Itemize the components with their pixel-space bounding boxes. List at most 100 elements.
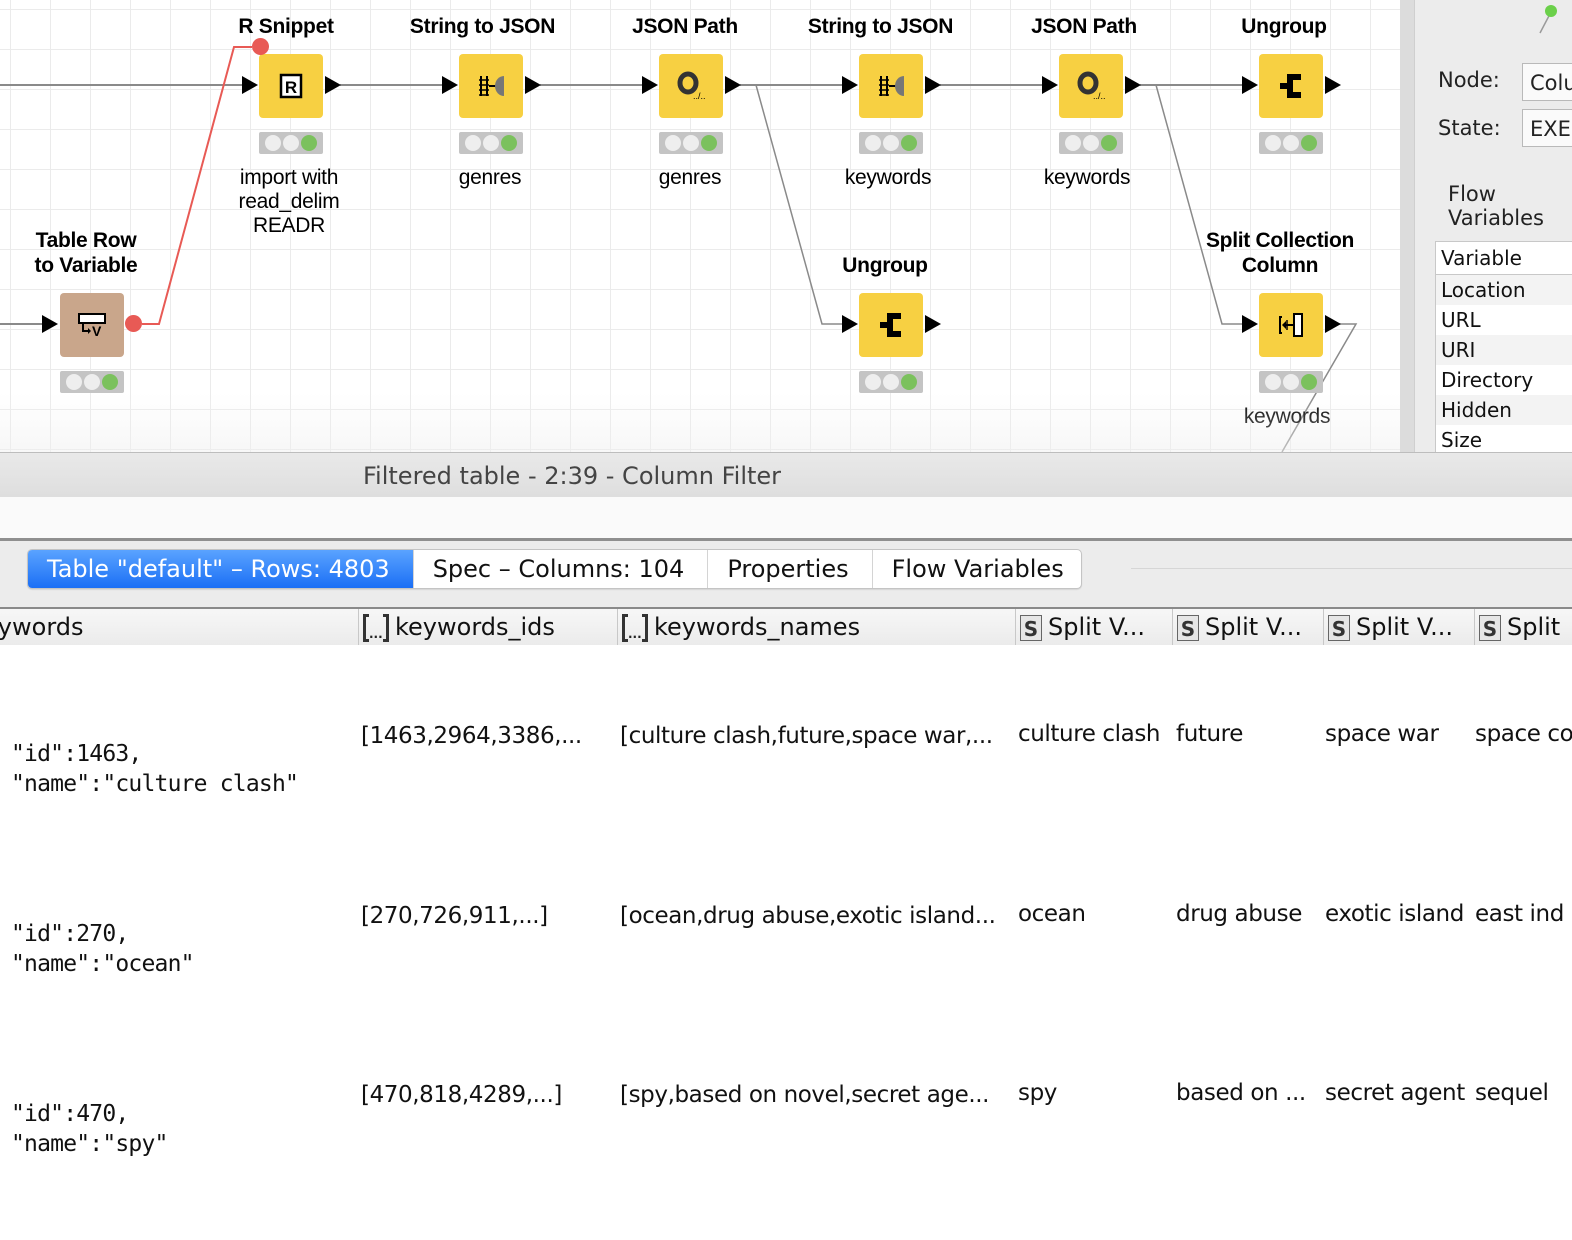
node-label[interactable]: keywords — [828, 166, 948, 190]
column-header-keywords[interactable]: keywords — [0, 609, 357, 645]
cell-keywords-names[interactable]: [culture clash,future,space war,... — [620, 723, 993, 749]
node-label[interactable]: import with read_delim READR — [219, 166, 359, 238]
variable-row[interactable]: URI — [1436, 335, 1572, 365]
node-r-snippet[interactable]: R — [259, 54, 323, 118]
variable-row[interactable]: URL — [1436, 305, 1572, 335]
workflow-canvas[interactable]: R Snippet R import with read_delim READR… — [0, 0, 1400, 452]
cell-keywords-ids[interactable]: [270,726,911,...] — [361, 903, 548, 929]
input-port[interactable] — [1242, 315, 1258, 333]
variable-row[interactable]: Location — [1436, 275, 1572, 305]
cell-keywords-ids[interactable]: [1463,2964,3386,... — [361, 723, 582, 749]
output-port[interactable] — [1325, 315, 1341, 333]
input-port[interactable] — [842, 76, 858, 94]
cell-keywords-json[interactable]: "id":470, "name":"spy" — [11, 1099, 168, 1159]
status-traffic-light — [859, 132, 923, 154]
input-port[interactable] — [242, 76, 258, 94]
cell-split-value[interactable]: exotic island — [1325, 901, 1464, 927]
cell-split-value[interactable]: sequel — [1475, 1080, 1549, 1106]
cell-split-value[interactable]: east ind — [1475, 901, 1564, 927]
input-port[interactable] — [842, 315, 858, 333]
node-label[interactable]: genres — [630, 166, 750, 190]
string-to-json-icon — [879, 76, 904, 96]
input-port[interactable] — [642, 76, 658, 94]
node-label[interactable]: genres — [430, 166, 550, 190]
cell-split-value[interactable]: future — [1176, 721, 1243, 747]
status-traffic-light — [1259, 371, 1323, 393]
cell-split-value[interactable]: based on ... — [1176, 1080, 1306, 1106]
svg-text:../..: ../.. — [693, 91, 706, 101]
flow-variables-section-title: Flow Variables — [1448, 182, 1544, 230]
node-ungroup[interactable] — [859, 293, 923, 357]
table-column-header-row: keywords ...keywords_ids ...keywords_nam… — [0, 607, 1572, 647]
column-header-label: Split V... — [1356, 613, 1454, 641]
cell-split-value[interactable]: drug abuse — [1176, 901, 1302, 927]
column-header-split-value[interactable]: S Split V... — [1323, 609, 1474, 645]
variable-row[interactable]: Size — [1436, 425, 1572, 453]
variable-input-port[interactable] — [252, 38, 269, 55]
column-header-label: Split V... — [1205, 613, 1303, 641]
column-header-keywords-names[interactable]: ... keywords_names — [617, 609, 1015, 645]
table-row-to-variable-icon: V — [78, 313, 106, 339]
status-traffic-light — [259, 132, 323, 154]
column-header-split-value[interactable]: S Split — [1474, 609, 1572, 645]
node-json-path-genres[interactable]: ../.. — [659, 54, 723, 118]
node-json-path-keywords[interactable]: ../.. — [1059, 54, 1123, 118]
output-port[interactable] — [925, 315, 941, 333]
output-port[interactable] — [325, 76, 341, 94]
output-port[interactable] — [1325, 76, 1341, 94]
tab-properties[interactable]: Properties — [708, 550, 873, 588]
node-split-collection-column[interactable] — [1259, 293, 1323, 357]
output-port[interactable] — [925, 76, 941, 94]
node-label[interactable]: keywords — [1027, 166, 1147, 190]
cell-keywords-names[interactable]: [ocean,drug abuse,exotic island... — [620, 903, 996, 929]
cell-keywords-json[interactable]: "id":1463, "name":"culture clash" — [11, 739, 299, 799]
node-string-to-json-keywords[interactable] — [859, 54, 923, 118]
status-traffic-light — [459, 132, 523, 154]
cell-split-value[interactable]: culture clash — [1018, 721, 1161, 747]
variable-row[interactable]: Directory — [1436, 365, 1572, 395]
view-tabs: Table "default" – Rows: 4803 Spec – Colu… — [27, 549, 1082, 589]
input-port[interactable] — [1242, 76, 1258, 94]
input-port[interactable] — [42, 315, 58, 333]
variable-row[interactable]: Hidden — [1436, 395, 1572, 425]
cell-split-value[interactable]: ocean — [1018, 901, 1086, 927]
cell-split-value[interactable]: space co — [1475, 721, 1572, 747]
node-field[interactable]: Column Filter — [1522, 63, 1572, 101]
node-label[interactable]: keywords — [1227, 405, 1347, 429]
r-script-icon: R — [279, 73, 303, 99]
divider — [1131, 568, 1572, 569]
state-field[interactable]: EXECUTED — [1522, 109, 1572, 147]
cell-keywords-json[interactable]: "id":270, "name":"ocean" — [11, 919, 194, 979]
variable-output-port[interactable] — [125, 315, 142, 332]
node-title: R Snippet — [238, 15, 334, 38]
input-port[interactable] — [442, 76, 458, 94]
cell-split-value[interactable]: space war — [1325, 721, 1439, 747]
tab-spec[interactable]: Spec – Columns: 104 — [414, 550, 709, 588]
output-port[interactable] — [1125, 76, 1141, 94]
tab-flow-variables[interactable]: Flow Variables — [873, 550, 1081, 588]
variable-column-header[interactable]: Variable — [1436, 242, 1572, 275]
string-type-icon: S — [1479, 615, 1501, 641]
panel-sash[interactable] — [1400, 0, 1415, 452]
column-header-split-value[interactable]: S Split V... — [1015, 609, 1172, 645]
node-table-row-to-variable[interactable]: V — [60, 293, 124, 357]
column-header-keywords-ids[interactable]: ... keywords_ids — [358, 609, 617, 645]
node-ungroup[interactable] — [1259, 54, 1323, 118]
tab-table-default[interactable]: Table "default" – Rows: 4803 — [28, 550, 414, 588]
cell-keywords-ids[interactable]: [470,818,4289,...] — [361, 1082, 562, 1108]
cell-split-value[interactable]: secret agent — [1325, 1080, 1465, 1106]
column-header-label: keywords_ids — [395, 613, 555, 641]
pin-icon[interactable] — [1532, 2, 1558, 36]
node-string-to-json-genres[interactable] — [459, 54, 523, 118]
cell-split-value[interactable]: spy — [1018, 1080, 1057, 1106]
output-port[interactable] — [725, 76, 741, 94]
output-window-titlebar[interactable]: Filtered table - 2:39 - Column Filter — [0, 452, 1572, 498]
split-collection-icon — [1279, 313, 1303, 337]
output-port[interactable] — [525, 76, 541, 94]
input-port[interactable] — [1042, 76, 1058, 94]
status-traffic-light — [1259, 132, 1323, 154]
tab-bar: Table "default" – Rows: 4803 Spec – Colu… — [0, 541, 1572, 607]
status-traffic-light — [60, 371, 124, 393]
column-header-split-value[interactable]: S Split V... — [1172, 609, 1323, 645]
cell-keywords-names[interactable]: [spy,based on novel,secret age... — [620, 1082, 989, 1108]
